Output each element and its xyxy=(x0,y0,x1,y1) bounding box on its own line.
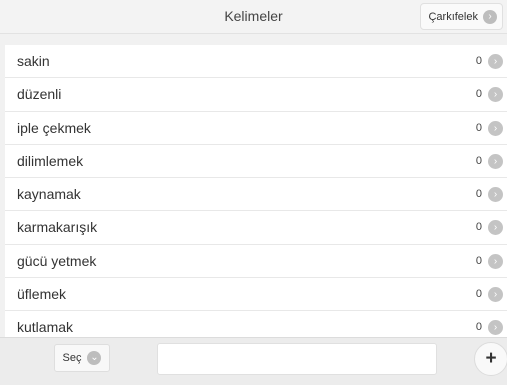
word-text: gücü yetmek xyxy=(17,252,97,269)
word-row[interactable]: iple çekmek 0 › xyxy=(5,112,507,145)
chevron-right-icon[interactable]: › xyxy=(488,320,503,336)
chevron-right-icon[interactable]: › xyxy=(488,54,503,69)
word-count: 0 xyxy=(475,88,482,101)
word-text: sakin xyxy=(17,53,50,69)
chevron-right-icon: › xyxy=(483,9,497,24)
word-text: dilimlemek xyxy=(17,152,84,169)
word-count: 0 xyxy=(475,221,482,234)
word-row[interactable]: gücü yetmek 0 › xyxy=(5,245,507,279)
footer-bar: Seç ⌄ + xyxy=(0,337,507,385)
chevron-right-icon[interactable]: › xyxy=(488,87,503,103)
chevron-right-icon[interactable]: › xyxy=(488,187,503,203)
chevron-right-icon[interactable]: › xyxy=(488,153,503,169)
word-count: 0 xyxy=(475,254,482,267)
word-text: iple çekmek xyxy=(17,119,91,136)
word-count: 0 xyxy=(475,321,482,334)
select-button-label: Seç xyxy=(62,352,82,364)
chevron-right-icon[interactable]: › xyxy=(488,287,503,303)
word-count: 0 xyxy=(475,121,482,134)
word-text: üflemek xyxy=(17,286,67,303)
word-text: kutlamak xyxy=(17,319,74,336)
chevron-right-icon[interactable]: › xyxy=(488,253,503,269)
word-row[interactable]: sakin 0 › xyxy=(5,45,507,79)
word-row[interactable]: dilimlemek 0 › xyxy=(5,145,507,179)
word-row[interactable]: kutlamak 0 › xyxy=(5,311,507,337)
add-word-button[interactable]: + xyxy=(474,342,507,376)
word-count: 0 xyxy=(475,55,482,67)
word-count: 0 xyxy=(475,288,482,301)
word-row[interactable]: düzenli 0 › xyxy=(5,78,507,112)
word-input[interactable] xyxy=(157,343,437,375)
word-count: 0 xyxy=(475,188,482,201)
word-text: kaynamak xyxy=(17,186,81,203)
word-count: 0 xyxy=(475,154,482,167)
wheel-button-label: Çarkıfelek xyxy=(428,10,478,23)
chevron-right-icon[interactable]: › xyxy=(488,220,503,236)
word-text: düzenli xyxy=(17,86,62,103)
wheel-of-fortune-button[interactable]: Çarkıfelek › xyxy=(420,3,503,30)
select-button[interactable]: Seç ⌄ xyxy=(54,344,110,372)
chevron-down-icon: ⌄ xyxy=(87,351,102,365)
word-row[interactable]: karmakarışık 0 › xyxy=(5,211,507,245)
word-row[interactable]: kaynamak 0 › xyxy=(5,178,507,212)
word-row[interactable]: üflemek 0 › xyxy=(5,278,507,312)
word-text: karmakarışık xyxy=(17,219,98,236)
word-list[interactable]: sakin 0 › düzenli 0 › iple çekmek 0 › dilimlemek 0… xyxy=(5,45,507,337)
chevron-right-icon[interactable]: › xyxy=(488,120,503,136)
header-bar: Kelimeler Çarkıfelek › xyxy=(0,0,507,34)
